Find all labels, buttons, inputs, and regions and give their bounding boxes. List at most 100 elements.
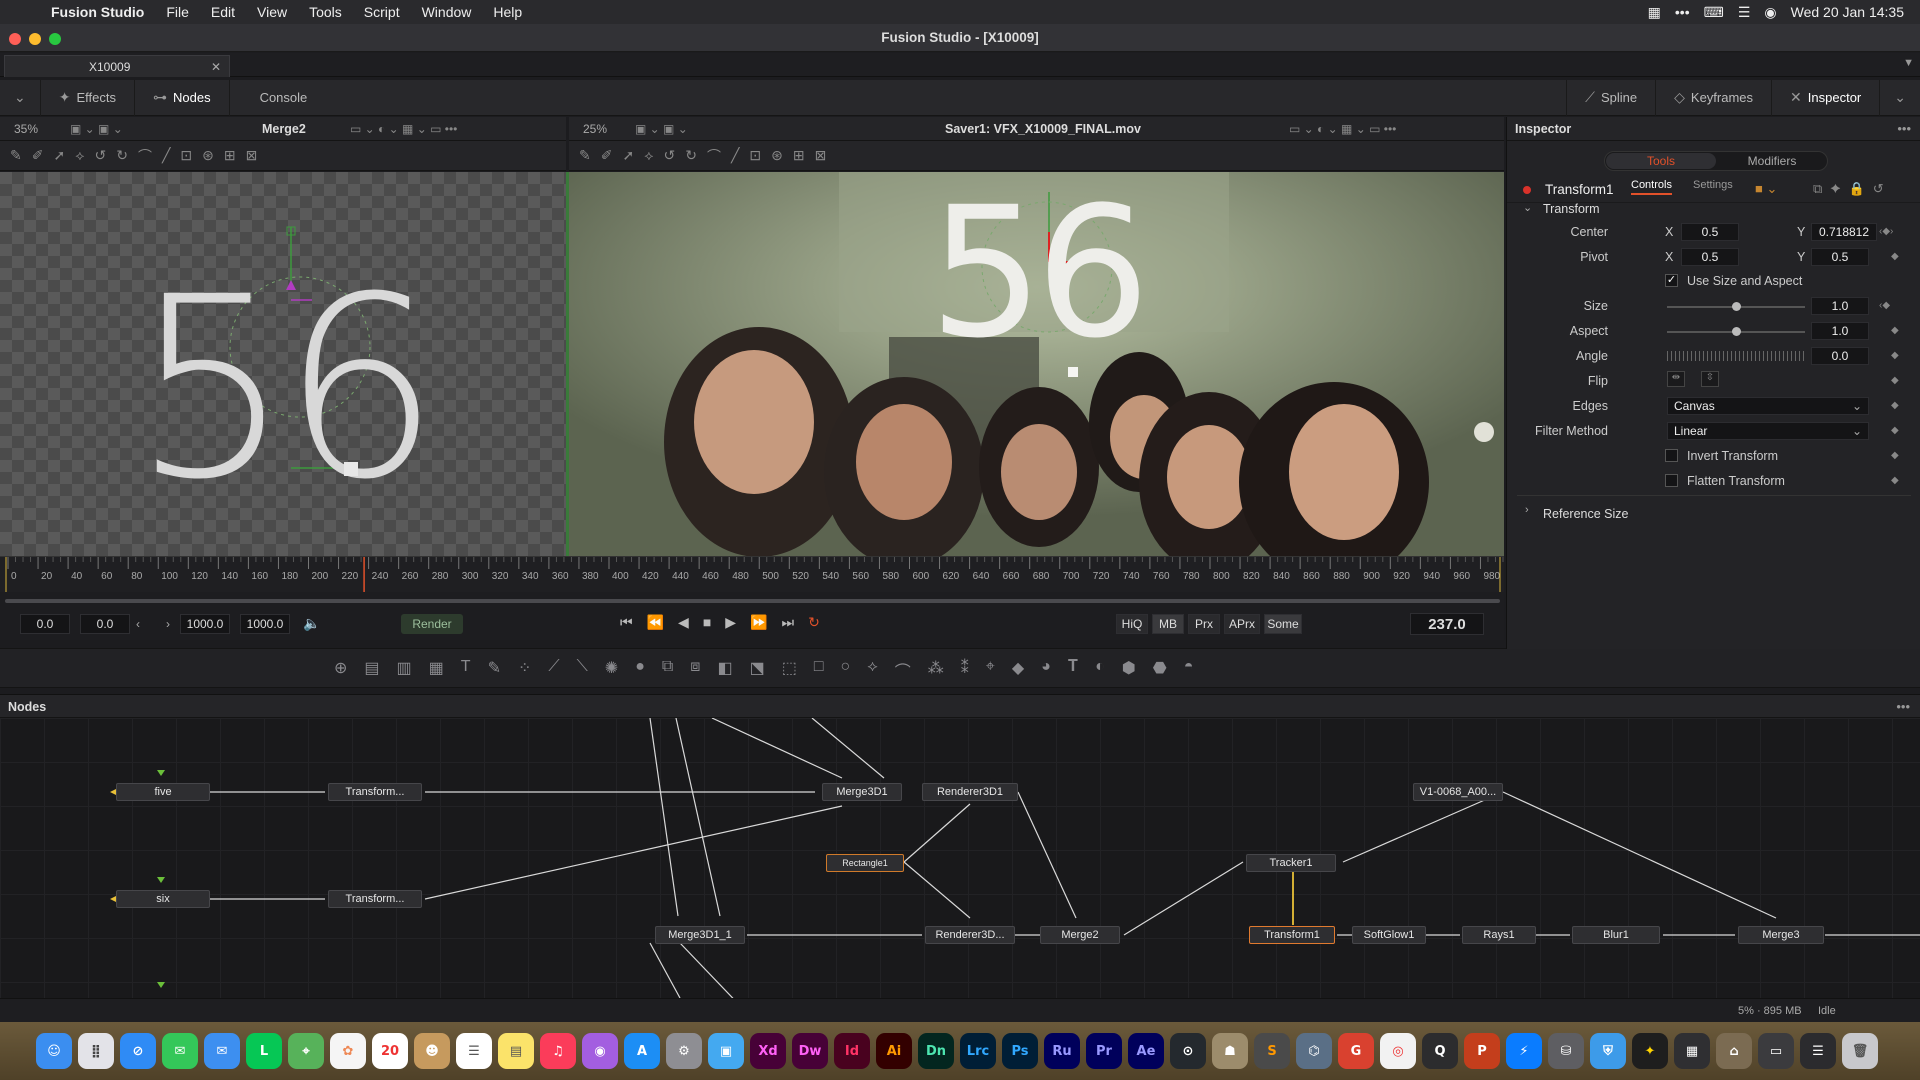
prx-button[interactable]: Prx bbox=[1188, 614, 1220, 634]
dock-archive-icon[interactable]: ⌂ bbox=[1716, 1033, 1752, 1069]
dock-photoshop-icon[interactable]: Ps bbox=[1002, 1033, 1038, 1069]
menu-edit[interactable]: Edit bbox=[200, 4, 246, 20]
pivot-x-field[interactable]: 0.5 bbox=[1681, 248, 1739, 266]
render-start-field[interactable]: 0.0 bbox=[80, 614, 130, 634]
text-tool-icon[interactable]: T bbox=[461, 658, 471, 682]
invert-transform-checkbox[interactable] bbox=[1665, 449, 1678, 462]
keyframes-button[interactable]: ◇ Keyframes bbox=[1656, 79, 1773, 116]
glow-tool-icon[interactable]: ✺ bbox=[605, 658, 618, 682]
close-window-button[interactable] bbox=[9, 33, 21, 45]
timeline-ruler[interactable]: 0 20 40 60 80 100 120 140 160 180 200 220 240 260 280 3… bbox=[0, 556, 1504, 593]
keyframe-icon[interactable]: ◆ bbox=[1891, 450, 1899, 461]
node-rectangle1[interactable]: Rectangle1 bbox=[826, 854, 904, 872]
node-merge3d1[interactable]: Merge3D1 bbox=[822, 783, 902, 801]
polygon-icon[interactable]: ⟡ bbox=[644, 147, 653, 164]
pointer-icon[interactable]: ✎ bbox=[10, 147, 22, 164]
go-to-start-icon[interactable]: ⏮ bbox=[620, 614, 633, 631]
paint-tool-icon[interactable]: ✎ bbox=[488, 658, 501, 682]
dock-grammarly-icon[interactable]: G bbox=[1338, 1033, 1374, 1069]
dock-dreamweaver-icon[interactable]: Dw bbox=[792, 1033, 828, 1069]
clock[interactable]: Wed 20 Jan 14:35 bbox=[1791, 4, 1904, 20]
particles-tool-icon[interactable]: ⁘ bbox=[518, 658, 531, 682]
dock-indesign-icon[interactable]: Id bbox=[834, 1033, 870, 1069]
crop-icon[interactable]: ⊡ bbox=[180, 147, 192, 164]
toolbar-menu-button[interactable]: ⌄ bbox=[0, 79, 41, 116]
menu-app[interactable]: Fusion Studio bbox=[40, 4, 155, 20]
text3d-tool-icon[interactable]: 𝐓 bbox=[1068, 658, 1078, 682]
dock-podcasts-icon[interactable]: ◉ bbox=[582, 1033, 618, 1069]
dock-premiere-icon[interactable]: Pr bbox=[1086, 1033, 1122, 1069]
keyboard-icon[interactable]: ⌨ bbox=[1704, 4, 1724, 21]
stop-icon[interactable]: ■ bbox=[703, 614, 711, 631]
siri-icon[interactable]: ◉ bbox=[1764, 4, 1776, 21]
section-reference-size[interactable]: Reference Size bbox=[1543, 507, 1628, 521]
keyframe-icon[interactable]: ◆ bbox=[1891, 475, 1899, 486]
node-transform-b[interactable]: Transform... bbox=[328, 890, 422, 908]
background-tool-icon[interactable]: ⊕ bbox=[334, 658, 347, 682]
panel-menu-button[interactable]: ⌄ bbox=[1880, 80, 1920, 116]
dock-finder-icon[interactable]: ☺ bbox=[36, 1033, 72, 1069]
dock-powerpoint-icon[interactable]: P bbox=[1464, 1033, 1500, 1069]
renderer3d-tool-icon[interactable]: ⬣ bbox=[1153, 658, 1167, 682]
loader-tool-icon[interactable]: ▦ bbox=[429, 658, 444, 682]
transform-tool-icon[interactable]: ⬔ bbox=[750, 658, 765, 682]
matte-tool-icon[interactable]: ◧ bbox=[717, 658, 732, 682]
node-softglow1[interactable]: SoftGlow1 bbox=[1352, 926, 1426, 944]
screen-mirror-icon[interactable]: ▦ bbox=[1648, 4, 1661, 21]
curve-icon[interactable]: ⌒ bbox=[707, 146, 721, 166]
rectangle-tool-icon[interactable]: □ bbox=[814, 658, 824, 682]
angle-field[interactable]: 0.0 bbox=[1811, 347, 1869, 365]
crop-icon[interactable]: ⊡ bbox=[749, 147, 761, 164]
use-size-checkbox[interactable]: ✓ bbox=[1665, 274, 1678, 287]
inspector-button[interactable]: ✕ Inspector bbox=[1772, 79, 1881, 116]
dock-aftereffects-icon[interactable]: Ae bbox=[1128, 1033, 1164, 1069]
resize-tool-icon[interactable]: ⬚ bbox=[782, 658, 797, 682]
loop-icon[interactable]: ↻ bbox=[808, 614, 820, 631]
node-rays1[interactable]: Rays1 bbox=[1462, 926, 1536, 944]
bspline-tool-icon[interactable]: ⌒ bbox=[895, 658, 911, 682]
curve-icon[interactable]: ⌒ bbox=[138, 146, 152, 166]
more-icon[interactable]: ••• bbox=[1896, 699, 1910, 714]
size-slider[interactable] bbox=[1667, 302, 1805, 311]
some-button[interactable]: Some bbox=[1264, 614, 1302, 634]
current-time-field[interactable]: 237.0 bbox=[1410, 613, 1484, 635]
hiq-button[interactable]: HiQ bbox=[1116, 614, 1148, 634]
document-tab[interactable]: X10009 ✕ bbox=[4, 55, 230, 77]
dock-notes-icon[interactable]: ▤ bbox=[498, 1033, 534, 1069]
tab-settings[interactable]: Settings bbox=[1693, 179, 1733, 191]
nodes-button[interactable]: ⊶ Nodes bbox=[135, 79, 230, 116]
dock-cleaner-icon[interactable]: ⛁ bbox=[1548, 1033, 1584, 1069]
flip-horizontal-button[interactable]: ⇹ bbox=[1667, 371, 1685, 387]
keyframe-icon[interactable]: ◆ bbox=[1891, 400, 1899, 411]
warp-icon[interactable]: ⊛ bbox=[202, 147, 214, 164]
play-icon[interactable]: ▶ bbox=[725, 614, 736, 631]
menu-window[interactable]: Window bbox=[411, 4, 483, 20]
keyframe-icon[interactable]: ◆ bbox=[1891, 325, 1899, 336]
console-button[interactable]: Console bbox=[230, 80, 326, 116]
left-zoom[interactable]: 35% bbox=[14, 122, 38, 136]
left-viewer[interactable]: 56 bbox=[0, 172, 566, 556]
keyframe-icon[interactable]: ◆ bbox=[1891, 350, 1899, 361]
pointer-icon[interactable]: ✎ bbox=[579, 147, 591, 164]
dock-photos-icon[interactable]: ✿ bbox=[330, 1033, 366, 1069]
right-viewer-tools[interactable]: ✎ ✐ ➚ ⟡ ↺ ↻ ⌒ ╱ ⊡ ⊛ ⊞ ⊠ bbox=[569, 141, 1504, 171]
dock-messages-icon[interactable]: ✉ bbox=[162, 1033, 198, 1069]
brush-icon[interactable]: ✐ bbox=[32, 147, 44, 164]
dock-launchpad-icon[interactable]: ⣿ bbox=[78, 1033, 114, 1069]
aspect-field[interactable]: 1.0 bbox=[1811, 322, 1869, 340]
node-merge2[interactable]: Merge2 bbox=[1040, 926, 1120, 944]
dock-screen-icon[interactable]: ▦ bbox=[1674, 1033, 1710, 1069]
drop-tool-icon[interactable]: ● bbox=[635, 658, 645, 682]
close-tab-icon[interactable]: ✕ bbox=[211, 60, 221, 74]
dock-sublime-icon[interactable]: S bbox=[1254, 1033, 1290, 1069]
tab-tools[interactable]: Tools bbox=[1606, 153, 1716, 169]
dock-safari-icon[interactable]: ⊘ bbox=[120, 1033, 156, 1069]
line-icon[interactable]: ╱ bbox=[162, 147, 170, 164]
flatten-transform-checkbox[interactable] bbox=[1665, 474, 1678, 487]
menu-file[interactable]: File bbox=[155, 4, 200, 20]
node-renderer3d-2[interactable]: Renderer3D... bbox=[925, 926, 1015, 944]
tracker-tool-icon[interactable]: ⌖ bbox=[986, 658, 995, 682]
node-transform1[interactable]: Transform1 bbox=[1249, 926, 1335, 944]
go-to-end-icon[interactable]: ⏭ bbox=[782, 614, 795, 631]
transform-icon[interactable]: ⊞ bbox=[793, 147, 805, 164]
